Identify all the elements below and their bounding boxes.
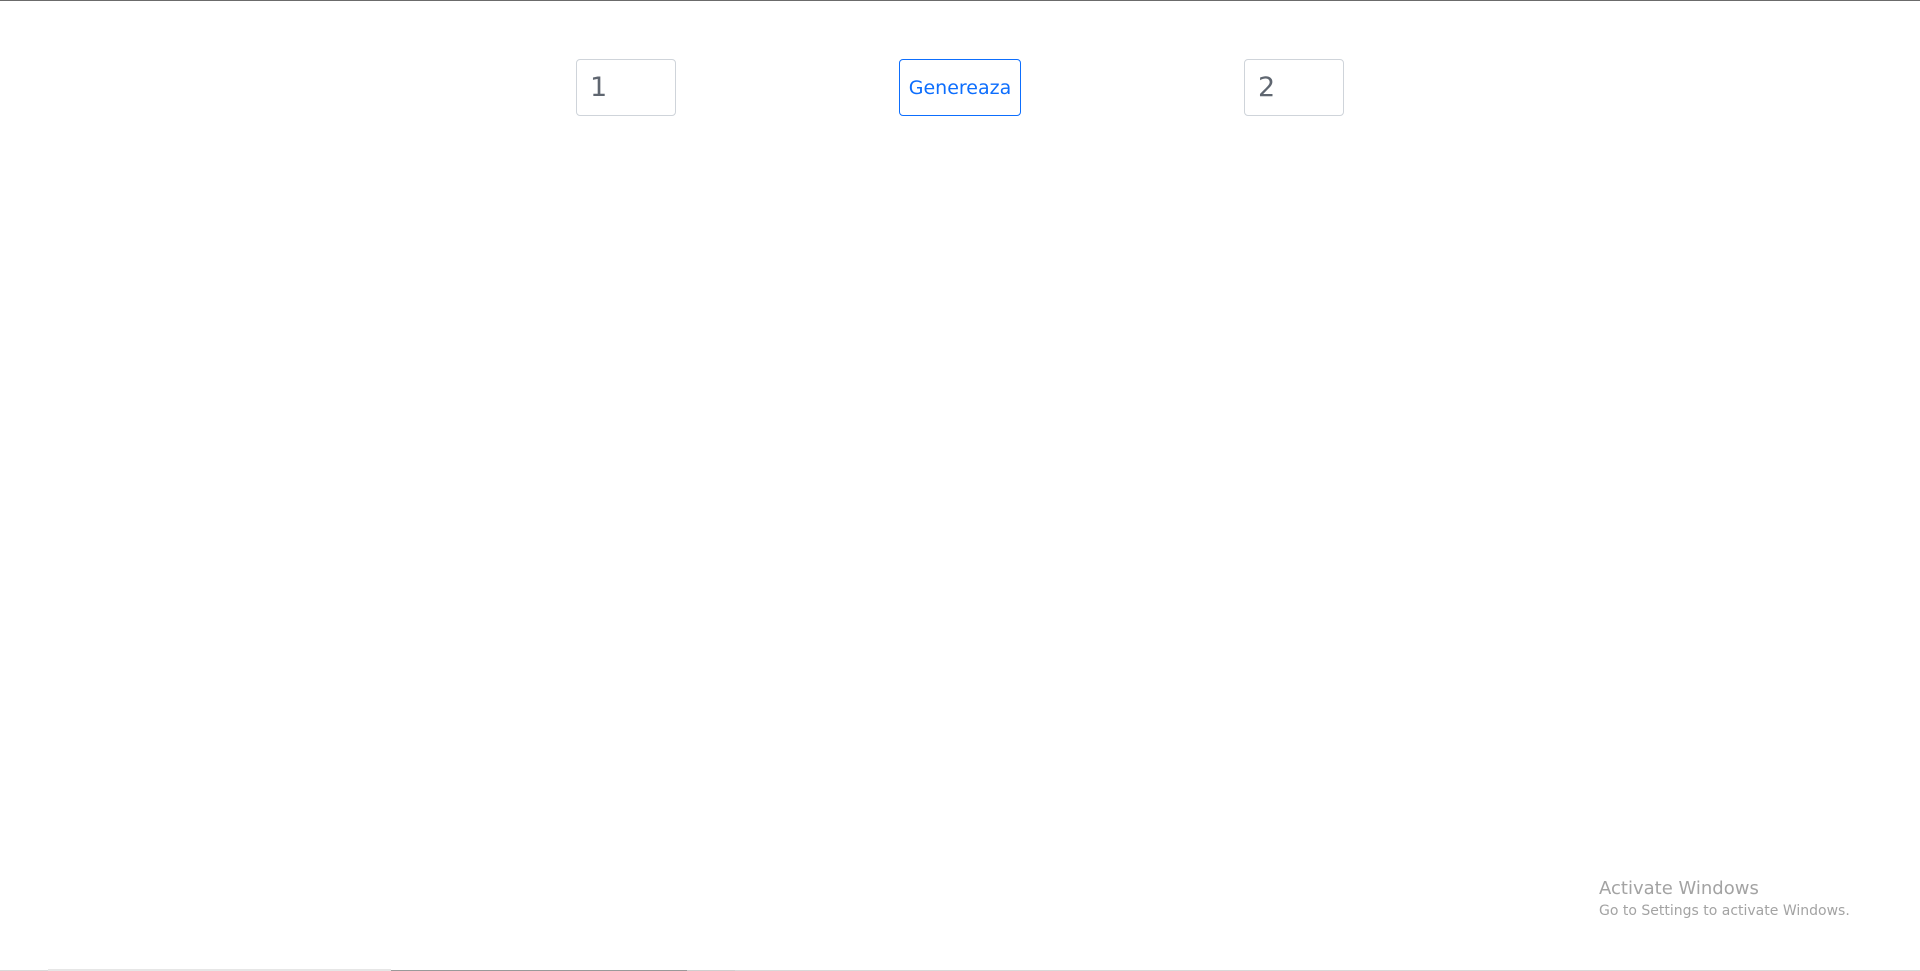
watermark-subtitle: Go to Settings to activate Windows. — [1599, 903, 1850, 919]
first-number-input[interactable] — [576, 59, 676, 116]
page: Genereaza Activate Windows Go to Setting… — [0, 0, 1920, 971]
activate-windows-watermark: Activate Windows Go to Settings to activ… — [1599, 877, 1850, 921]
generate-button[interactable]: Genereaza — [899, 59, 1021, 116]
second-number-input[interactable] — [1244, 59, 1344, 116]
watermark-title: Activate Windows — [1599, 878, 1759, 899]
